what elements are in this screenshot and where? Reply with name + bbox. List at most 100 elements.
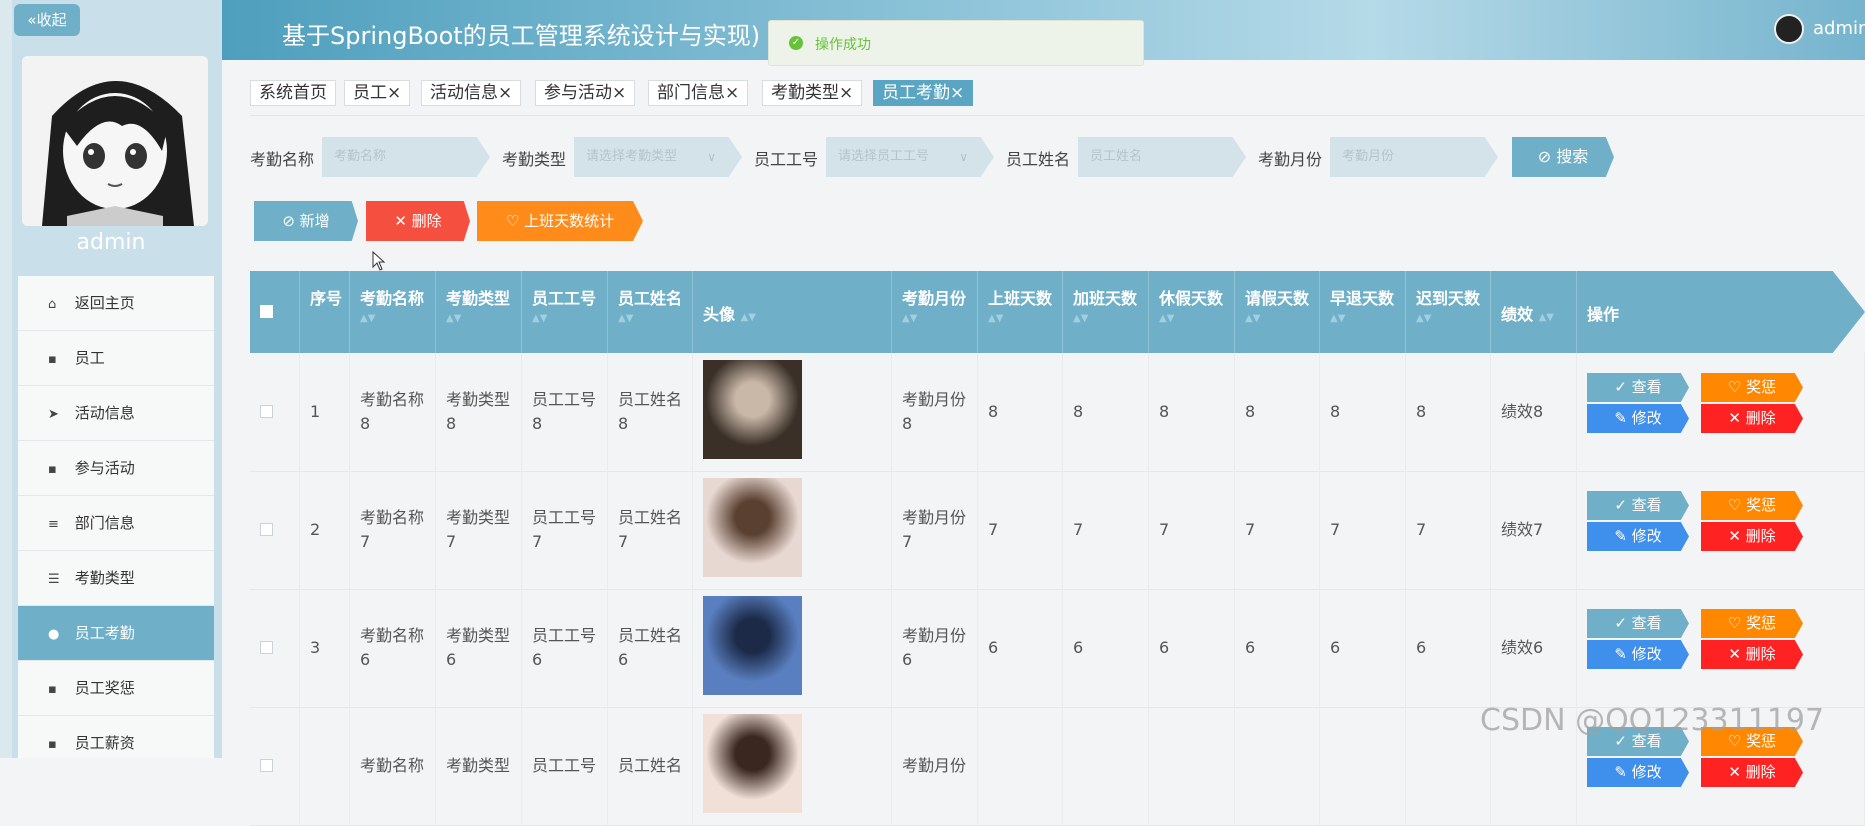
close-icon: ✕	[1728, 645, 1746, 663]
edit-button[interactable]: ✎ 修改	[1587, 758, 1689, 787]
employee-no-select[interactable]: 请选择员工工号 ∨	[826, 137, 994, 177]
edit-button[interactable]: ✎ 修改	[1587, 640, 1689, 669]
work-days-stats-button[interactable]: ♡ 上班天数统计	[477, 201, 643, 241]
sidebar-item-home[interactable]: ⌂ 返回主页	[18, 276, 214, 331]
view-button[interactable]: ✓ 查看	[1587, 609, 1689, 638]
attendance-month-input[interactable]: 考勤月份	[1330, 137, 1498, 177]
stats-button-label: 上班天数统计	[524, 212, 615, 230]
search-button[interactable]: ⊘ 搜索	[1512, 137, 1614, 177]
col-header-early-days[interactable]: 早退天数 ▲▼	[1320, 271, 1406, 353]
col-header-attendance-name[interactable]: 考勤名称 ▲▼	[350, 271, 436, 353]
header-label: 操作	[1587, 305, 1620, 324]
table-cell	[250, 471, 300, 589]
sort-icon[interactable]: ▲▼	[902, 313, 977, 324]
edit-button[interactable]: ✎ 修改	[1587, 404, 1689, 433]
list-icon: ☰	[48, 572, 60, 587]
tab-join-activity[interactable]: 参与活动×	[535, 80, 636, 106]
table-cell: 考勤月份	[892, 707, 978, 825]
sort-icon[interactable]: ▲▼	[741, 312, 756, 323]
delete-row-button[interactable]: ✕ 删除	[1701, 640, 1803, 669]
sidebar-item-label: 参与活动	[74, 459, 135, 477]
cell-emp_no: 员工工号6	[532, 626, 597, 669]
tab-home[interactable]: 系统首页	[250, 80, 336, 106]
sidebar-item-salary[interactable]: ▪ 员工薪资	[18, 716, 214, 758]
sort-icon[interactable]: ▲▼	[532, 313, 607, 324]
op-label: 修改	[1631, 527, 1662, 545]
employee-photo[interactable]	[703, 478, 802, 577]
header-avatar[interactable]	[1774, 14, 1804, 44]
col-header-overtime-days[interactable]: 加班天数 ▲▼	[1063, 271, 1149, 353]
check-circle-icon: ✓	[789, 36, 803, 50]
col-header-employee-name[interactable]: 员工姓名 ▲▼	[608, 271, 693, 353]
sidebar-item-reward-punish[interactable]: ▪ 员工奖惩	[18, 661, 214, 716]
employee-photo[interactable]	[703, 360, 802, 459]
sort-icon[interactable]: ▲▼	[1539, 312, 1554, 323]
row-checkbox[interactable]	[260, 759, 273, 772]
delete-row-button[interactable]: ✕ 删除	[1701, 522, 1803, 551]
col-header-vacation-days[interactable]: 休假天数 ▲▼	[1149, 271, 1235, 353]
col-header-avatar[interactable]: 头像 ▲▼	[693, 271, 892, 353]
col-header-late-days[interactable]: 迟到天数 ▲▼	[1406, 271, 1491, 353]
table-row: 2 考勤名称7 考勤类型7 员工工号7 员工姓名7 考勤月份7 7 7 7 7 7 7 绩效7 ✓ 查看 ♡…	[250, 471, 1865, 590]
tab-employee[interactable]: 员工×	[344, 80, 411, 106]
employee-photo[interactable]	[703, 596, 802, 695]
input-placeholder: 员工姓名	[1090, 149, 1143, 164]
sidebar-item-employee-attendance[interactable]: ● 员工考勤	[18, 606, 214, 661]
reward-punish-button[interactable]: ♡ 奖惩	[1701, 491, 1803, 520]
row-checkbox[interactable]	[260, 641, 273, 654]
cell-month: 考勤月份7	[902, 508, 967, 551]
cell-emp_name: 员工姓名6	[618, 626, 683, 669]
sort-icon[interactable]: ▲▼	[1416, 313, 1490, 324]
sort-icon[interactable]: ▲▼	[1330, 313, 1405, 324]
col-header-employee-no[interactable]: 员工工号 ▲▼	[522, 271, 608, 353]
col-header-no[interactable]: 序号	[300, 271, 350, 353]
collapse-sidebar-button[interactable]: «收起	[14, 4, 80, 36]
sidebar-item-employee[interactable]: ▪ 员工	[18, 331, 214, 386]
sidebar-menu: ⌂ 返回主页 ▪ 员工 ➤ 活动信息 ▪ 参与活动 ≡ 部门信息 ☰ 考勤类型 …	[18, 276, 214, 758]
table-cell: 考勤名称8	[350, 353, 436, 471]
table-cell: 8	[1235, 353, 1320, 471]
employee-photo[interactable]	[703, 714, 802, 813]
col-header-attendance-type[interactable]: 考勤类型 ▲▼	[436, 271, 522, 353]
tab-attendance-type[interactable]: 考勤类型×	[762, 80, 863, 106]
tab-employee-attendance[interactable]: 员工考勤×	[873, 80, 974, 106]
sort-icon[interactable]: ▲▼	[1159, 313, 1234, 324]
view-button[interactable]: ✓ 查看	[1587, 373, 1689, 402]
sidebar-item-join-activity[interactable]: ▪ 参与活动	[18, 441, 214, 496]
cell-late: 8	[1416, 402, 1427, 421]
row-checkbox[interactable]	[260, 405, 273, 418]
sort-icon[interactable]: ▲▼	[360, 313, 435, 324]
select-all-checkbox[interactable]	[260, 305, 273, 318]
attendance-name-input[interactable]: 考勤名称	[322, 137, 490, 177]
edit-button[interactable]: ✎ 修改	[1587, 522, 1689, 551]
delete-row-button[interactable]: ✕ 删除	[1701, 404, 1803, 433]
table-header: 序号 考勤名称 ▲▼ 考勤类型 ▲▼ 员工工号 ▲▼ 员工姓名 ▲▼ 头像 ▲▼ 考勤月…	[250, 271, 1865, 353]
table-cell: 7	[1235, 471, 1320, 589]
table-cell: 8	[978, 353, 1063, 471]
attendance-type-select[interactable]: 请选择考勤类型 ∨	[574, 137, 742, 177]
sidebar-item-department[interactable]: ≡ 部门信息	[18, 496, 214, 551]
cell-leave: 6	[1245, 638, 1256, 657]
tab-department[interactable]: 部门信息×	[648, 80, 749, 106]
sort-icon[interactable]: ▲▼	[446, 313, 521, 324]
tab-activity-info[interactable]: 活动信息×	[421, 80, 522, 106]
sort-icon[interactable]: ▲▼	[1073, 313, 1148, 324]
sort-icon[interactable]: ▲▼	[988, 313, 1062, 324]
batch-delete-button[interactable]: ✕ 删除	[366, 201, 470, 241]
sidebar-item-attendance-type[interactable]: ☰ 考勤类型	[18, 551, 214, 606]
view-button[interactable]: ✓ 查看	[1587, 491, 1689, 520]
header-username[interactable]: admin	[1813, 18, 1865, 39]
sort-icon[interactable]: ▲▼	[618, 313, 692, 324]
row-checkbox[interactable]	[260, 523, 273, 536]
add-button[interactable]: ⊘ 新增	[254, 201, 358, 241]
sort-icon[interactable]: ▲▼	[1245, 313, 1319, 324]
reward-punish-button[interactable]: ♡ 奖惩	[1701, 609, 1803, 638]
col-header-performance[interactable]: 绩效 ▲▼	[1491, 271, 1577, 353]
reward-punish-button[interactable]: ♡ 奖惩	[1701, 373, 1803, 402]
col-header-month[interactable]: 考勤月份 ▲▼	[892, 271, 978, 353]
col-header-work-days[interactable]: 上班天数 ▲▼	[978, 271, 1063, 353]
employee-name-input[interactable]: 员工姓名	[1078, 137, 1246, 177]
delete-row-button[interactable]: ✕ 删除	[1701, 758, 1803, 787]
sidebar-item-activity-info[interactable]: ➤ 活动信息	[18, 386, 214, 441]
col-header-leave-days[interactable]: 请假天数 ▲▼	[1235, 271, 1320, 353]
